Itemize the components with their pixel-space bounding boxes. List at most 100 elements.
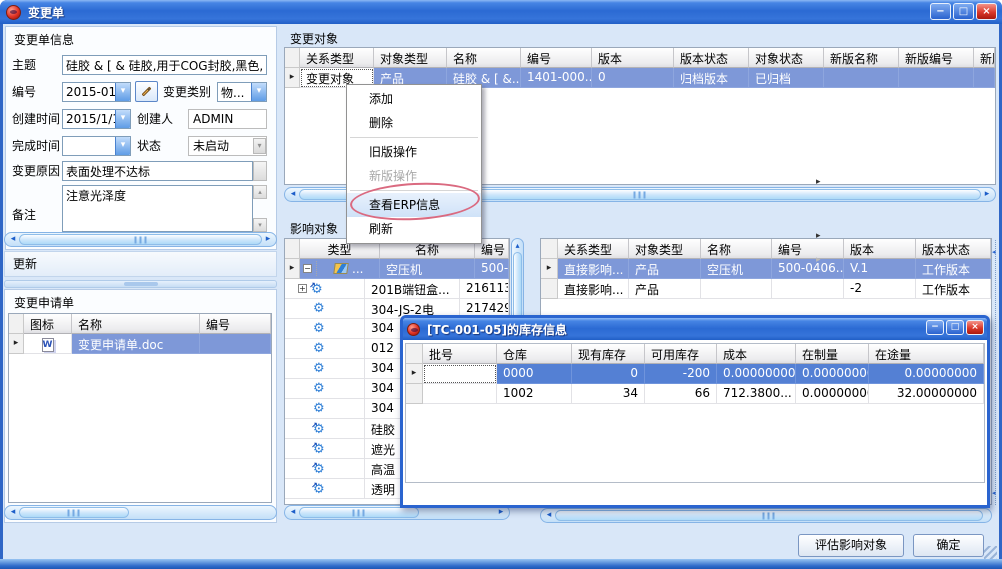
collapse-left-icon[interactable]: ◂ xyxy=(992,248,996,256)
column-header[interactable]: 仓库 xyxy=(497,344,572,364)
column-header[interactable]: 关系类型 xyxy=(558,239,629,259)
column-header[interactable]: 版本 xyxy=(844,239,916,259)
scroll-up-icon[interactable]: ▴ xyxy=(253,185,267,199)
column-header[interactable]: 编号 xyxy=(200,314,271,334)
scroll-left-icon[interactable]: ◂ xyxy=(6,233,20,246)
request-doc-name[interactable]: 变更申请单.doc xyxy=(72,334,200,354)
column-header[interactable]: 对象状态 xyxy=(749,48,824,68)
reason-more-button[interactable] xyxy=(253,161,267,181)
cell-on-hand[interactable]: 34 xyxy=(572,384,645,404)
column-header[interactable]: 版本 xyxy=(592,48,674,68)
column-header[interactable]: 图标 xyxy=(24,314,72,334)
scroll-left-icon[interactable]: ◂ xyxy=(286,506,300,519)
column-header[interactable]: 对象类型 xyxy=(374,48,447,68)
menu-item-add[interactable]: 添加 xyxy=(347,87,481,111)
cell-version[interactable]: V.1 xyxy=(844,259,916,279)
change-type-combo[interactable]: 物... ▾ xyxy=(217,82,267,102)
column-header[interactable]: 批号 xyxy=(423,344,497,364)
cell-version[interactable]: 0 xyxy=(592,68,674,88)
cell-number[interactable]: 1401-000... xyxy=(521,68,592,88)
finish-time-combo[interactable]: ▾ xyxy=(62,136,131,156)
scrollbar-thumb[interactable] xyxy=(19,507,129,518)
cell-new-number[interactable] xyxy=(899,68,974,88)
column-header[interactable]: 新版名称 xyxy=(824,48,899,68)
cell-new-name[interactable] xyxy=(824,68,899,88)
remark-textarea[interactable]: 注意光泽度 xyxy=(62,185,253,232)
minimize-icon[interactable]: − xyxy=(926,320,944,335)
table-row[interactable]: 直接影响... 产品 -2 工作版本 xyxy=(541,279,991,299)
cell-batch[interactable] xyxy=(423,364,497,384)
update-button[interactable]: 更新 xyxy=(4,251,277,277)
expand-minus-icon[interactable]: − xyxy=(303,264,312,273)
column-header[interactable]: 在途量 xyxy=(869,344,984,364)
cell-relation-type[interactable]: 直接影响... xyxy=(558,259,629,279)
scroll-left-icon[interactable]: ◂ xyxy=(286,188,300,201)
tree-row[interactable]: + ⚙↗ 201B端钮盒... 21611304 xyxy=(285,279,509,299)
column-header[interactable]: 在制量 xyxy=(796,344,869,364)
ok-button[interactable]: 确定 xyxy=(913,534,984,557)
cell-number[interactable]: 500-0406... xyxy=(772,259,844,279)
cell-in-production[interactable]: 0.00000000 xyxy=(796,364,869,384)
cell-available[interactable]: 66 xyxy=(645,384,717,404)
maximize-icon[interactable]: □ xyxy=(953,3,974,20)
column-header[interactable]: 版本状态 xyxy=(674,48,749,68)
chevron-down-icon[interactable]: ▾ xyxy=(115,110,130,128)
evaluate-affected-button[interactable]: 评估影响对象 xyxy=(798,534,904,557)
tree-row[interactable]: ▸ − ... 空压机 500-0406 xyxy=(285,259,509,279)
menu-item-refresh[interactable]: 刷新 xyxy=(347,217,481,241)
scroll-left-icon[interactable]: ◂ xyxy=(542,509,556,522)
cell-name[interactable]: 空压机 xyxy=(701,259,772,279)
column-header[interactable]: 关系类型 xyxy=(300,48,374,68)
scroll-up-icon[interactable]: ▴ xyxy=(512,240,523,252)
column-header[interactable]: 版本状态 xyxy=(916,239,991,259)
cell-relation-type[interactable]: 直接影响... xyxy=(558,279,629,299)
menu-item-delete[interactable]: 删除 xyxy=(347,111,481,135)
cell-number[interactable] xyxy=(772,279,844,299)
menu-item-old-version[interactable]: 旧版操作 xyxy=(347,140,481,164)
table-row[interactable]: ▸ 0000 0 -200 0.00000000 0.00000000 0.00… xyxy=(406,364,984,384)
expand-plus-icon[interactable]: + xyxy=(298,284,307,293)
table-row[interactable]: ▸ W 变更申请单.doc xyxy=(9,334,271,354)
scrollbar-thumb[interactable] xyxy=(555,510,983,521)
column-header[interactable]: 新版编号 xyxy=(899,48,974,68)
scrollbar-thumb[interactable] xyxy=(19,234,262,245)
cell-available[interactable]: -200 xyxy=(645,364,717,384)
close-icon[interactable]: × xyxy=(966,320,984,335)
table-row[interactable]: 1002 34 66 712.3800... 0.00000000 32.000… xyxy=(406,384,984,404)
cell-in-production[interactable]: 0.00000000 xyxy=(796,384,869,404)
maximize-icon[interactable]: □ xyxy=(946,320,964,335)
reason-input[interactable] xyxy=(62,161,253,181)
affected-horizontal-scrollbar[interactable]: ◂ xyxy=(540,508,992,523)
tree-item-name[interactable]: 201B端钮盒... xyxy=(365,279,460,299)
column-header[interactable]: 成本 xyxy=(717,344,796,364)
cell-warehouse[interactable]: 1002 xyxy=(497,384,572,404)
cell-object-status[interactable]: 已归档 xyxy=(749,68,824,88)
minimize-icon[interactable]: − xyxy=(930,3,951,20)
tree-item-name[interactable]: 空压机 xyxy=(380,259,475,279)
column-header[interactable]: 可用库存 xyxy=(645,344,717,364)
cell-cost[interactable]: 712.3800... xyxy=(717,384,796,404)
cell-object-type[interactable]: 产品 xyxy=(629,279,701,299)
chevron-down-icon[interactable]: ▾ xyxy=(251,83,266,101)
cell-warehouse[interactable]: 0000 xyxy=(497,364,572,384)
resize-grip[interactable] xyxy=(984,546,997,559)
cell-batch[interactable] xyxy=(423,384,497,404)
create-time-combo[interactable]: 2015/1/1 ▾ xyxy=(62,109,131,129)
column-header[interactable]: 名称 xyxy=(72,314,200,334)
scroll-down-icon[interactable]: ▾ xyxy=(253,218,267,232)
column-header[interactable]: 编号 xyxy=(521,48,592,68)
edit-number-button[interactable] xyxy=(135,81,158,102)
cell-new-version[interactable] xyxy=(974,68,995,88)
cell-version-status[interactable]: 工作版本 xyxy=(916,279,991,299)
cell-cost[interactable]: 0.00000000 xyxy=(717,364,796,384)
collapse-left-icon[interactable]: ◂ xyxy=(992,489,996,497)
scroll-right-icon[interactable]: ▸ xyxy=(261,233,275,246)
cell-on-hand[interactable]: 0 xyxy=(572,364,645,384)
chevron-down-icon[interactable]: ▾ xyxy=(115,137,130,155)
scroll-right-icon[interactable]: ▸ xyxy=(980,188,994,201)
request-horizontal-scrollbar[interactable]: ◂ xyxy=(4,505,277,520)
column-header[interactable]: 对象类型 xyxy=(629,239,701,259)
chevron-down-icon[interactable]: ▾ xyxy=(115,83,130,101)
column-header[interactable]: 名称 xyxy=(447,48,521,68)
cell-in-transit[interactable]: 0.00000000 xyxy=(869,364,984,384)
